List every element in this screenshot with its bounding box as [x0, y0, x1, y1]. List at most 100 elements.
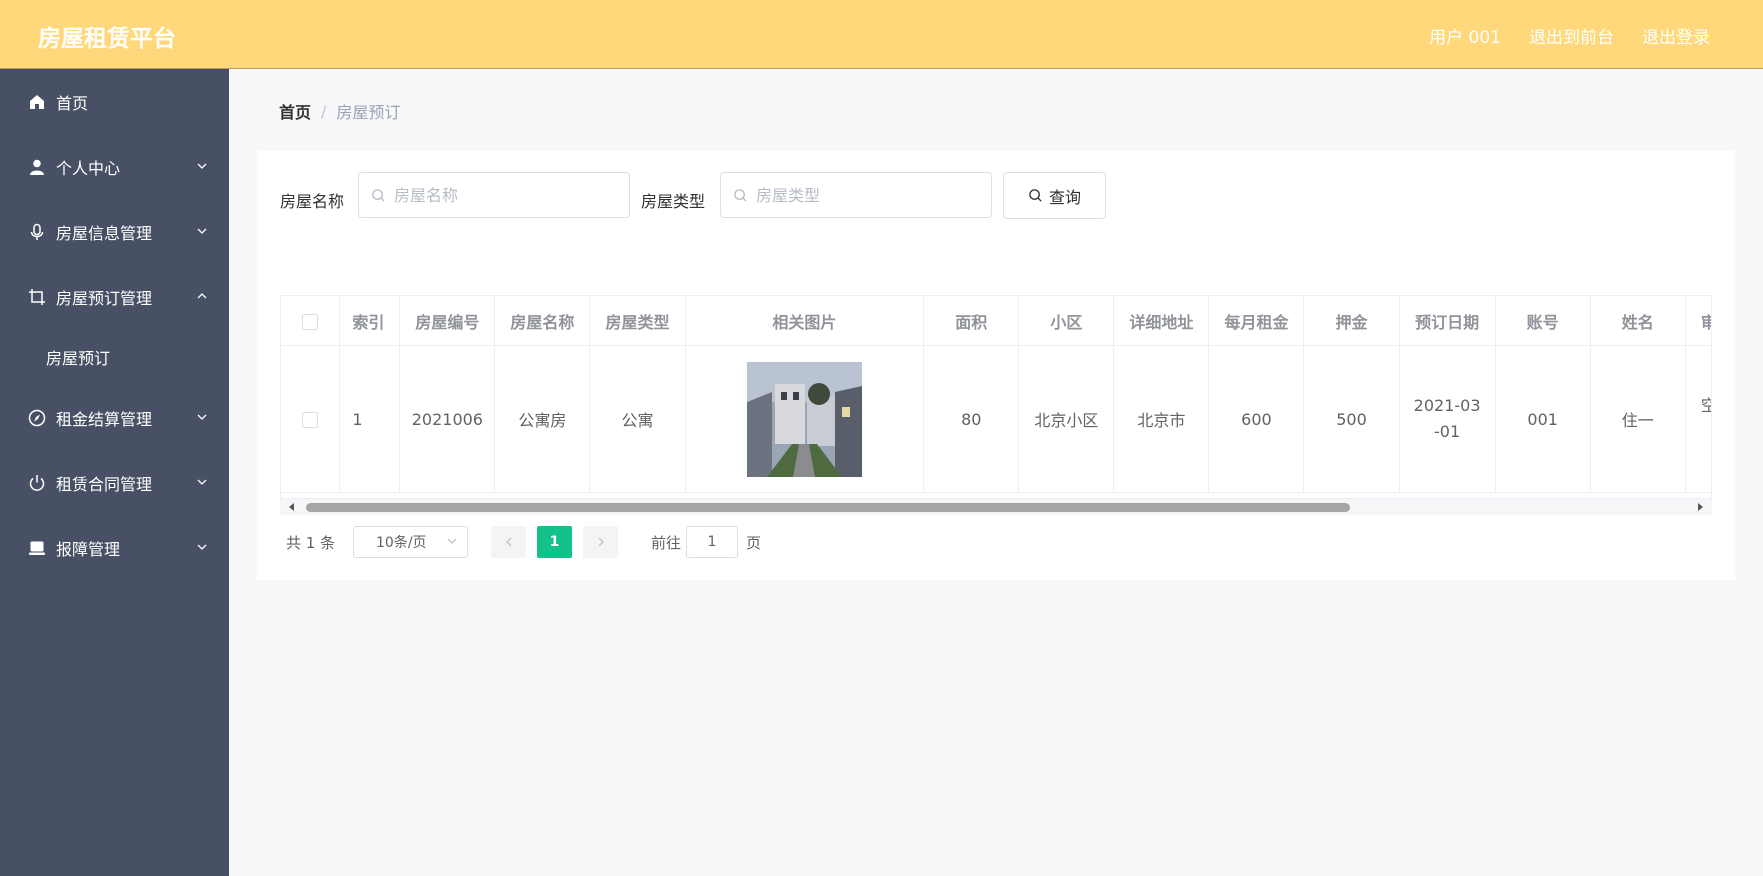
pagination-total: 共 1 条	[286, 534, 336, 552]
compass-icon	[28, 409, 46, 427]
sidebar-item-label: 个人中心	[56, 158, 121, 178]
cell-house-name: 公寓房	[494, 345, 591, 493]
sidebar-item-house-info[interactable]: 房屋信息管理	[0, 199, 229, 264]
search-icon	[372, 188, 385, 202]
home-icon	[28, 93, 46, 111]
column-header: 每月租金	[1208, 296, 1305, 346]
content-card: 房屋名称 房屋类型 查询	[257, 151, 1735, 580]
sidebar-item-fault-report[interactable]: 报障管理	[0, 515, 229, 580]
house-name-label: 房屋名称	[280, 192, 345, 211]
cell-house-type: 公寓	[589, 345, 686, 493]
user-icon	[28, 158, 46, 176]
house-name-input[interactable]	[392, 184, 616, 206]
goto-suffix: 页	[746, 534, 762, 552]
column-header: 详细地址	[1113, 296, 1210, 346]
column-header: 审核回复	[1685, 296, 1711, 346]
page-size-select[interactable]: 10条/页	[353, 526, 468, 558]
column-header: 预订日期	[1399, 296, 1496, 346]
header-links: 用户 001 退出到前台 退出登录	[1429, 23, 1710, 48]
sidebar-item-label: 首页	[56, 93, 89, 113]
column-header: 姓名	[1590, 296, 1686, 346]
chevron-down-icon	[197, 414, 207, 420]
chevron-down-icon	[197, 228, 207, 234]
table-row: 1 2021006 公寓房 公寓 80 北京小区 北京市 600 500 202…	[281, 345, 1711, 493]
sidebar-subitem-booking[interactable]: 房屋预订	[0, 329, 229, 385]
row-select-cell	[281, 345, 341, 493]
cell-account: 001	[1495, 345, 1591, 493]
cell-community: 北京小区	[1018, 345, 1115, 493]
cell-rent: 600	[1208, 345, 1305, 493]
page-size-value: 10条/页	[376, 535, 427, 551]
page-number-current[interactable]: 1	[537, 526, 572, 558]
column-header: 相关图片	[685, 296, 925, 346]
booking-table: 索引 房屋编号 房屋名称 房屋类型 相关图片 面积 小区 详细地址 每月租金 押…	[280, 295, 1712, 510]
column-header: 房屋名称	[494, 296, 591, 346]
sidebar: 首页 个人中心 房屋信息管理 房屋预订管理 房屋预订 租金结算管理 租赁合同管理…	[0, 69, 229, 876]
scroll-left-arrow-icon[interactable]	[289, 503, 294, 511]
sidebar-item-lease-contract[interactable]: 租赁合同管理	[0, 450, 229, 515]
cell-review-reply: 空房可以租	[1685, 345, 1711, 493]
power-icon	[28, 474, 46, 492]
sidebar-item-label: 房屋信息管理	[56, 223, 153, 243]
goto-page-input[interactable]	[686, 526, 738, 558]
select-all-checkbox[interactable]	[302, 313, 319, 330]
breadcrumb-separator: /	[321, 101, 327, 121]
house-name-field[interactable]	[358, 172, 630, 218]
house-type-label: 房屋类型	[641, 192, 706, 211]
sidebar-item-booking-management[interactable]: 房屋预订管理	[0, 264, 229, 329]
cell-house-code: 2021006	[399, 345, 496, 493]
row-checkbox[interactable]	[302, 412, 319, 428]
breadcrumb-current: 房屋预订	[336, 103, 401, 122]
table-header-row: 索引 房屋编号 房屋名称 房屋类型 相关图片 面积 小区 详细地址 每月租金 押…	[281, 296, 1711, 346]
cell-person-name: 住一	[1590, 345, 1686, 493]
sidebar-item-label: 租金结算管理	[56, 409, 153, 429]
select-all-cell	[281, 296, 341, 346]
sidebar-item-personal-center[interactable]: 个人中心	[0, 134, 229, 199]
search-icon	[1029, 189, 1042, 202]
microphone-icon	[28, 223, 46, 241]
chevron-down-icon	[447, 538, 457, 544]
query-button[interactable]: 查询	[1003, 172, 1106, 219]
sidebar-item-rent-settlement[interactable]: 租金结算管理	[0, 385, 229, 450]
house-type-input[interactable]	[754, 184, 978, 206]
sidebar-item-label: 房屋预订管理	[56, 288, 153, 308]
laptop-icon	[28, 539, 46, 557]
cell-deposit: 500	[1303, 345, 1400, 493]
chevron-right-icon	[598, 537, 604, 547]
column-header: 押金	[1303, 296, 1400, 346]
column-header: 面积	[923, 296, 1020, 346]
column-header: 小区	[1018, 296, 1115, 346]
scroll-right-arrow-icon[interactable]	[1698, 503, 1703, 511]
cell-index: 1	[339, 345, 401, 493]
app-title: 房屋租赁平台	[38, 26, 176, 52]
house-type-field[interactable]	[720, 172, 992, 218]
scrollbar-thumb[interactable]	[306, 503, 1350, 512]
cell-booking-date: 2021-03-01	[1399, 345, 1496, 493]
table-horizontal-scrollbar[interactable]	[280, 498, 1712, 515]
crop-icon	[28, 288, 46, 306]
chevron-down-icon	[197, 163, 207, 169]
chevron-down-icon	[197, 479, 207, 485]
search-icon	[734, 188, 747, 202]
sidebar-item-label: 租赁合同管理	[56, 474, 153, 494]
cell-area: 80	[923, 345, 1020, 493]
column-header: 房屋编号	[399, 296, 496, 346]
chevron-left-icon	[505, 537, 511, 547]
user-account-link[interactable]: 用户 001	[1429, 23, 1501, 48]
top-bar: 房屋租赁平台 用户 001 退出到前台 退出登录	[0, 0, 1763, 69]
goto-label: 前往	[651, 534, 682, 552]
column-header: 房屋类型	[589, 296, 686, 346]
breadcrumb-home[interactable]: 首页	[279, 99, 311, 123]
breadcrumb: 首页 / 房屋预订	[279, 99, 400, 123]
logout-link[interactable]: 退出登录	[1642, 23, 1710, 48]
column-header: 索引	[339, 296, 401, 346]
prev-page-button[interactable]	[491, 526, 526, 558]
next-page-button[interactable]	[583, 526, 618, 558]
sidebar-item-home[interactable]: 首页	[0, 69, 229, 134]
chevron-up-icon	[197, 293, 207, 299]
house-photo[interactable]	[746, 361, 862, 477]
query-button-label: 查询	[1048, 187, 1081, 207]
exit-to-front-link[interactable]: 退出到前台	[1529, 23, 1614, 48]
sidebar-item-label: 报障管理	[56, 539, 121, 559]
cell-image	[685, 345, 925, 493]
